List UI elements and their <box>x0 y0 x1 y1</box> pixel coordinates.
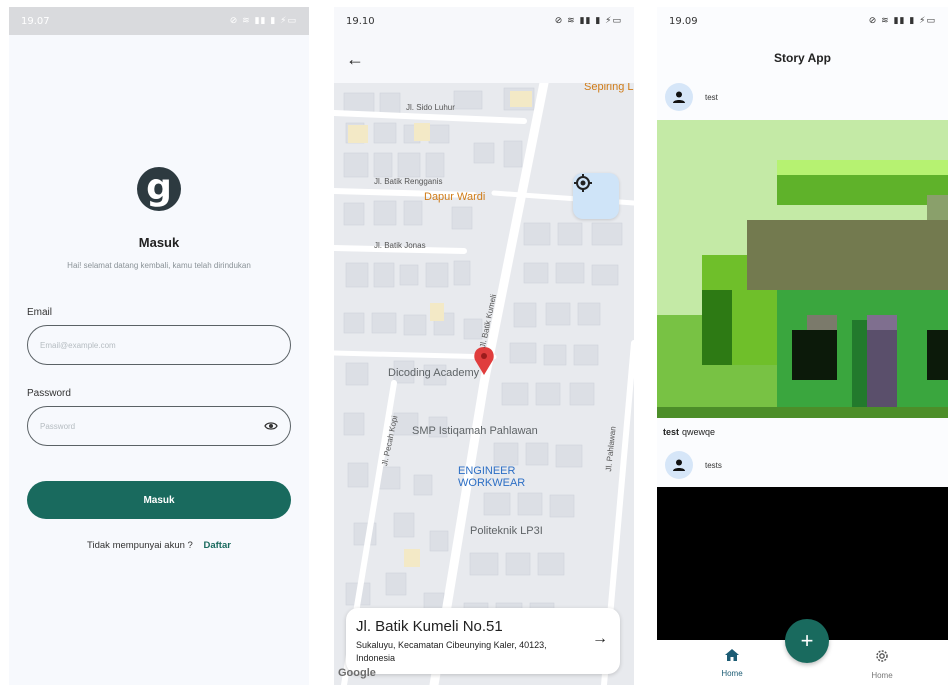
story-image[interactable] <box>657 120 948 418</box>
poi-label: Dicoding Academy <box>388 367 480 379</box>
register-link[interactable]: Daftar <box>203 540 230 551</box>
poi-label-line: WORKWEAR <box>458 477 526 489</box>
google-logo: Google <box>338 667 376 679</box>
back-arrow-icon[interactable]: ← <box>346 49 364 70</box>
map-screen: 19.10 ⊘ ≋ ▮▮ ▮ ⚡▭ ← Jl. Sido Luhur Sepir… <box>334 7 634 685</box>
story-username: tests <box>705 460 722 470</box>
status-icons: ⊘ ≋ ▮▮ ▮ ⚡▭ <box>554 16 622 26</box>
person-icon <box>673 459 685 471</box>
home-icon <box>725 649 739 661</box>
password-field-wrapper <box>27 406 291 446</box>
login-screen: 19.07 ⊘ ≋ ▮▮ ▮ ⚡▭ g Masuk Hai! selamat d… <box>9 7 309 685</box>
register-row: Tidak mempunyai akun ? Daftar <box>9 540 309 551</box>
page-title: Story App <box>774 51 831 65</box>
email-label: Email <box>27 307 53 318</box>
map-view[interactable]: Jl. Sido Luhur Sepiring L Jl. Batik Reng… <box>334 83 634 685</box>
nav-item-settings[interactable]: Home <box>852 648 912 680</box>
story-header[interactable]: test <box>665 83 718 111</box>
street-label: Jl. Sido Luhur <box>406 103 455 112</box>
app-logo: g <box>137 167 181 211</box>
street-label: Jl. Batik Rengganis <box>374 177 443 186</box>
poi-label: ENGINEER WORKWEAR <box>458 465 525 489</box>
logo-glyph: g <box>146 167 172 208</box>
poi-label: Politeknik LP3I <box>470 525 543 537</box>
address-detail: Sukaluyu, Kecamatan Cibeunying Kaler, 40… <box>356 640 547 663</box>
poi-label-line: ENGINEER <box>458 465 516 477</box>
poi-label: Dapur Wardi <box>424 191 486 203</box>
status-icons: ⊘ ≋ ▮▮ ▮ ⚡▭ <box>868 16 936 26</box>
avatar <box>665 451 693 479</box>
caption-text: qwewqe <box>682 427 716 437</box>
add-story-button[interactable]: + <box>785 619 829 663</box>
poi-label: SMP Istiqamah Pahlawan <box>412 425 538 437</box>
gear-icon <box>876 650 888 662</box>
status-icons: ⊘ ≋ ▮▮ ▮ ⚡▭ <box>229 16 297 26</box>
address-card[interactable]: Jl. Batik Kumeli No.51 Sukaluyu, Kecamat… <box>346 608 620 674</box>
locate-button[interactable] <box>573 173 619 219</box>
no-account-text: Tidak mempunyai akun ? <box>87 540 193 551</box>
crosshair-icon <box>574 174 592 192</box>
page-subtitle: Hai! selamat datang kembali, kamu telah … <box>67 261 251 270</box>
status-time: 19.07 <box>21 15 50 27</box>
status-time: 19.09 <box>669 15 698 27</box>
story-header[interactable]: tests <box>665 451 722 479</box>
password-label: Password <box>27 388 71 399</box>
story-screen: 19.09 ⊘ ≋ ▮▮ ▮ ⚡▭ Story App test test qw… <box>657 7 948 685</box>
status-bar: 19.07 ⊘ ≋ ▮▮ ▮ ⚡▭ <box>9 7 309 35</box>
nav-label: Home <box>721 669 743 678</box>
status-bar: 19.10 ⊘ ≋ ▮▮ ▮ ⚡▭ <box>334 7 634 35</box>
status-time: 19.10 <box>346 15 375 27</box>
address-title: Jl. Batik Kumeli No.51 <box>356 618 503 635</box>
avatar <box>665 83 693 111</box>
nav-label: Home <box>871 671 893 680</box>
person-icon <box>673 91 685 103</box>
email-field-wrapper <box>27 325 291 365</box>
page-title: Masuk <box>138 235 180 250</box>
story-caption: test qwewqe <box>663 427 715 437</box>
house-illustration <box>657 120 948 418</box>
arrow-right-icon[interactable]: → <box>592 630 608 648</box>
login-button[interactable]: Masuk <box>27 481 291 519</box>
story-username: test <box>705 92 718 102</box>
street-label: Jl. Batik Jonas <box>374 241 426 250</box>
password-field[interactable] <box>40 421 264 431</box>
map-toolbar: ← <box>334 35 634 83</box>
status-bar: 19.09 ⊘ ≋ ▮▮ ▮ ⚡▭ <box>657 7 948 35</box>
caption-username: test <box>663 427 680 437</box>
eye-icon[interactable] <box>263 421 278 431</box>
nav-item-home[interactable]: Home <box>702 648 762 678</box>
poi-label: Sepiring L <box>584 83 634 93</box>
email-field[interactable] <box>40 340 278 350</box>
